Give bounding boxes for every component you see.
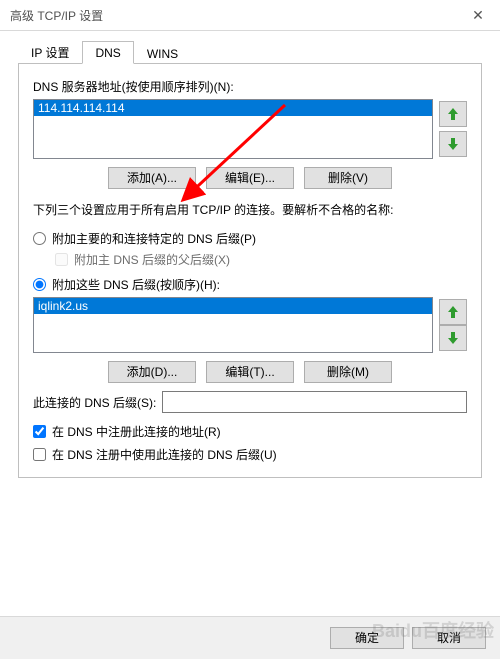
suffix-item[interactable]: iqlink2.us	[34, 298, 432, 314]
checkbox-use-suffix[interactable]	[33, 448, 46, 461]
dns-add-button[interactable]: 添加(A)...	[108, 167, 196, 189]
tab-wins[interactable]: WINS	[134, 42, 191, 64]
radio-primary-suffix[interactable]	[33, 232, 46, 245]
suffix-remove-button[interactable]: 删除(M)	[304, 361, 392, 383]
dns-server-label: DNS 服务器地址(按使用顺序排列)(N):	[33, 78, 467, 95]
dns-server-item[interactable]: 114.114.114.114	[34, 100, 432, 116]
dns-move-up-button[interactable]	[439, 101, 467, 127]
arrow-up-icon	[448, 108, 458, 120]
connection-suffix-label: 此连接的 DNS 后缀(S):	[33, 394, 156, 411]
tab-dns[interactable]: DNS	[82, 41, 133, 64]
tab-strip: IP 设置 DNS WINS	[18, 39, 482, 64]
suffix-move-up-button[interactable]	[439, 299, 467, 325]
suffix-listbox[interactable]: iqlink2.us	[33, 297, 433, 353]
radio-these-suffixes-label: 附加这些 DNS 后缀(按顺序)(H):	[52, 276, 220, 293]
checkbox-parent-suffix-label: 附加主 DNS 后缀的父后缀(X)	[74, 251, 230, 268]
tab-ip-settings[interactable]: IP 设置	[18, 39, 82, 64]
arrow-down-icon	[448, 138, 458, 150]
checkbox-parent-suffix	[55, 253, 68, 266]
radio-primary-suffix-label: 附加主要的和连接特定的 DNS 后缀(P)	[52, 230, 256, 247]
checkbox-use-suffix-label: 在 DNS 注册中使用此连接的 DNS 后缀(U)	[52, 446, 277, 463]
suffix-add-button[interactable]: 添加(D)...	[108, 361, 196, 383]
window-title: 高级 TCP/IP 设置	[10, 7, 103, 24]
checkbox-register-address[interactable]	[33, 425, 46, 438]
dns-move-down-button[interactable]	[439, 131, 467, 157]
close-button[interactable]: ✕	[456, 0, 500, 30]
arrow-up-icon	[448, 306, 458, 318]
arrow-down-icon	[448, 332, 458, 344]
dns-remove-button[interactable]: 删除(V)	[304, 167, 392, 189]
checkbox-register-address-label: 在 DNS 中注册此连接的地址(R)	[52, 423, 221, 440]
cancel-button[interactable]: 取消	[412, 627, 486, 649]
dns-servers-listbox[interactable]: 114.114.114.114	[33, 99, 433, 159]
suffix-edit-button[interactable]: 编辑(T)...	[206, 361, 294, 383]
suffix-move-down-button[interactable]	[439, 325, 467, 351]
content-area: IP 设置 DNS WINS DNS 服务器地址(按使用顺序排列)(N): 11…	[0, 31, 500, 478]
dialog-button-bar: 确定 取消	[0, 616, 500, 659]
dns-edit-button[interactable]: 编辑(E)...	[206, 167, 294, 189]
title-bar: 高级 TCP/IP 设置 ✕	[0, 0, 500, 31]
description-text: 下列三个设置应用于所有启用 TCP/IP 的连接。要解析不合格的名称:	[33, 201, 467, 218]
connection-suffix-input[interactable]	[162, 391, 467, 413]
ok-button[interactable]: 确定	[330, 627, 404, 649]
radio-these-suffixes[interactable]	[33, 278, 46, 291]
dns-panel: DNS 服务器地址(按使用顺序排列)(N): 114.114.114.114 添…	[18, 64, 482, 478]
